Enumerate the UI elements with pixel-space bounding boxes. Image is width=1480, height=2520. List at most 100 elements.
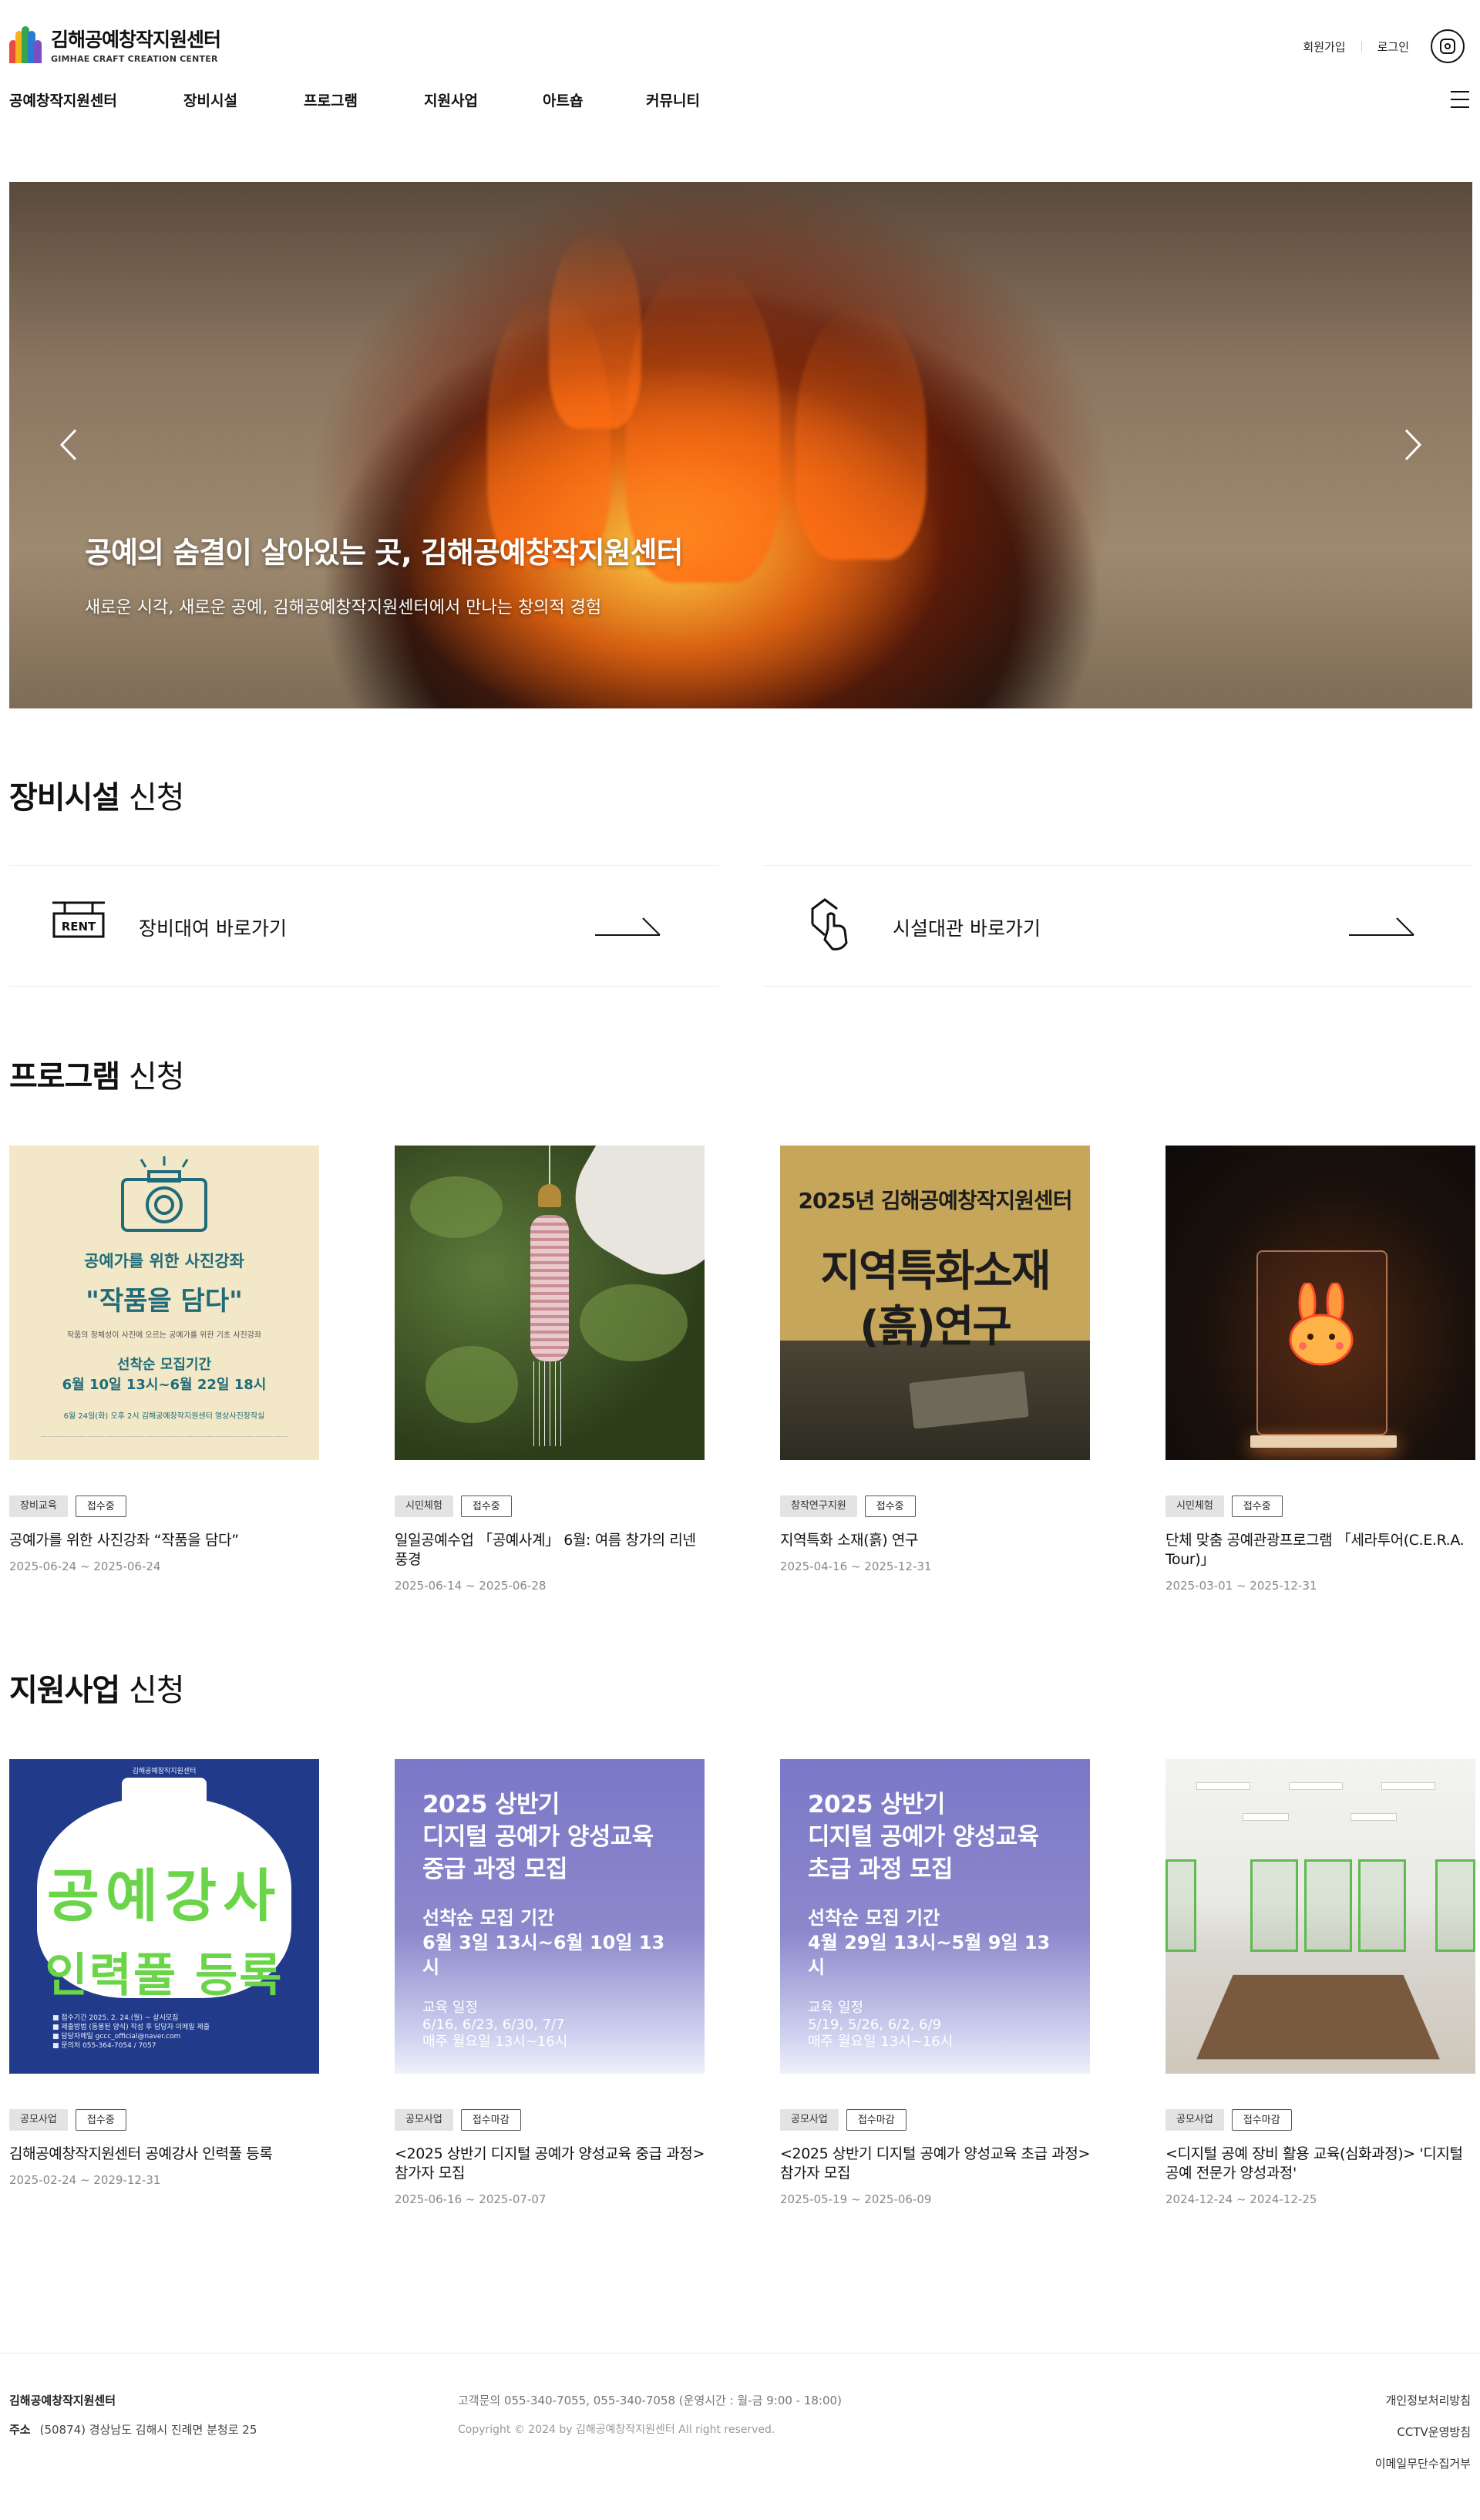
slider-prev-button[interactable] xyxy=(54,426,85,464)
brick-image xyxy=(909,1371,1029,1429)
card-title: 일일공예수업 「공예사계」 6월: 여름 창가의 리넨 풍경 xyxy=(395,1532,696,1568)
program-thumbnail: 2025년 김해공예창작지원센터 지역특화소재 (흙)연구 xyxy=(780,1146,1090,1460)
thumb-text: 교육 일정 5/19, 5/26, 6/2, 6/9 매주 월요일 13시~16… xyxy=(808,2000,954,2050)
support-card[interactable]: 공모사업 접수마감 <디지털 공예 장비 활용 교육(심화과정)> '디지털 공예… xyxy=(1166,1759,1475,2206)
program-card[interactable]: 2025년 김해공예창작지원센터 지역특화소재 (흙)연구 창작연구지원 접수중 … xyxy=(780,1146,1090,1573)
status-badge: 접수중 xyxy=(75,1496,126,1517)
card-date: 2025-04-16 ~ 2025-12-31 xyxy=(780,1559,932,1573)
facility-rental-link[interactable]: 시설대관 바로가기 xyxy=(763,865,1472,987)
status-badge: 접수중 xyxy=(460,1496,512,1517)
chevron-left-icon xyxy=(59,429,77,461)
thumb-text: 2025 상반기 디지털 공예가 양성교육 중급 과정 모집 xyxy=(422,1791,654,1883)
nav-item-community[interactable]: 커뮤니티 xyxy=(646,89,738,110)
card-title: <디지털 공예 장비 활용 교육(심화과정)> '디지털 공예 전문가 양성과정… xyxy=(1166,2145,1463,2182)
thumb-text: 2025년 김해공예창작지원센터 xyxy=(798,1188,1072,1213)
flame-decoration xyxy=(796,305,927,560)
thumb-text: 공예강사 xyxy=(46,1863,282,1930)
program-card[interactable]: 시민체험 접수중 일일공예수업 「공예사계」 6월: 여름 창가의 리넨 풍경 2… xyxy=(395,1146,705,1593)
logo-mark-icon xyxy=(9,25,43,63)
site-logo[interactable]: 김해공예창작지원센터 GIMHAE CRAFT CREATION CENTER xyxy=(9,25,221,64)
status-badge: 접수중 xyxy=(864,1496,916,1517)
cctv-policy-link[interactable]: CCTV운영방침 xyxy=(1375,2424,1471,2440)
equipment-rent-link[interactable]: RENT 장비대여 바로가기 xyxy=(9,865,718,987)
rent-sign-icon: RENT xyxy=(52,901,105,938)
footer-address: 주소 (50874) 경상남도 김해시 진례면 분청로 25 xyxy=(9,2423,257,2437)
support-thumbnail: 2025 상반기 디지털 공예가 양성교육 초급 과정 모집 선착순 모집 기간… xyxy=(780,1759,1090,2074)
slider-next-button[interactable] xyxy=(1397,426,1428,464)
support-thumbnail: 2025 상반기 디지털 공예가 양성교육 중급 과정 모집 선착순 모집 기간… xyxy=(395,1759,705,2074)
hero-title: 공예의 숨결이 살아있는 곳, 김해공예창작지원센터 xyxy=(85,536,684,570)
category-badge: 창작연구지원 xyxy=(780,1496,857,1517)
email-refusal-link[interactable]: 이메일무단수집거부 xyxy=(1375,2455,1471,2471)
card-title: <2025 상반기 디지털 공예가 양성교육 중급 과정> 참가자 모집 xyxy=(395,2145,705,2182)
thumb-text: 김해공예창작지원센터 xyxy=(132,1768,197,1775)
instagram-icon[interactable] xyxy=(1431,29,1465,63)
section-title-facility: 장비시설 신청 xyxy=(9,780,185,816)
footer-org-name: 김해공예창작지원센터 xyxy=(9,2394,116,2407)
arrow-right-icon xyxy=(1349,917,1414,936)
privacy-policy-link[interactable]: 개인정보처리방침 xyxy=(1375,2392,1471,2408)
support-thumbnail: 김해공예창작지원센터 공예강사 인력풀 등록 ■ 접수기간 2025. 2. 2… xyxy=(9,1759,319,2074)
nav-item-support[interactable]: 지원사업 xyxy=(424,89,543,110)
main-nav: 공예창작지원센터 장비시설 프로그램 지원사업 아트숍 커뮤니티 xyxy=(9,89,738,110)
utility-menu: 회원가입 로그인 xyxy=(1287,29,1465,63)
logo-subtitle: GIMHAE CRAFT CREATION CENTER xyxy=(51,54,218,64)
footer-links: 개인정보처리방침 CCTV운영방침 이메일무단수집거부 xyxy=(1375,2392,1471,2487)
nav-item-program[interactable]: 프로그램 xyxy=(304,89,424,110)
nav-item-equipment[interactable]: 장비시설 xyxy=(183,89,304,110)
status-badge: 접수중 xyxy=(75,2109,126,2131)
login-link[interactable]: 로그인 xyxy=(1362,39,1424,55)
support-thumbnail xyxy=(1166,1759,1475,2074)
program-card[interactable]: 공예가를 위한 사진강좌 "작품을 담다" 작품의 정체성이 사진에 오르는 공… xyxy=(9,1146,319,1573)
nav-item-center[interactable]: 공예창작지원센터 xyxy=(9,89,183,110)
card-title: 지역특화 소재(흙) 연구 xyxy=(780,1532,919,1549)
footer-contact: 고객문의 055-340-7055, 055-340-7058 (운영시간 : … xyxy=(458,2394,842,2407)
tassel-image xyxy=(530,1215,569,1361)
support-card[interactable]: 2025 상반기 디지털 공예가 양성교육 초급 과정 모집 선착순 모집 기간… xyxy=(780,1759,1090,2206)
status-badge: 접수마감 xyxy=(846,2109,906,2131)
category-badge: 시민체험 xyxy=(395,1496,453,1517)
thumb-text: ■ 접수기간 2025. 2. 24.(월) ~ 상시모집 ■ 제출방법 (동봉… xyxy=(52,2014,210,2050)
card-date: 2025-06-14 ~ 2025-06-28 xyxy=(395,1579,547,1593)
hamburger-menu-icon[interactable] xyxy=(1451,91,1469,108)
category-badge: 공모사업 xyxy=(395,2109,453,2131)
bell-image xyxy=(538,1184,561,1207)
category-badge: 시민체험 xyxy=(1166,1496,1224,1517)
category-badge: 공모사업 xyxy=(1166,2109,1224,2131)
program-thumbnail xyxy=(1166,1146,1475,1460)
thumb-text: 지역특화소재 xyxy=(820,1247,1051,1297)
thumb-text: 2025 상반기 디지털 공예가 양성교육 초급 과정 모집 xyxy=(808,1791,1039,1883)
hero-banner: 공예의 숨결이 살아있는 곳, 김해공예창작지원센터 새로운 시각, 새로운 공… xyxy=(9,182,1472,708)
program-thumbnail xyxy=(395,1146,705,1460)
signup-link[interactable]: 회원가입 xyxy=(1287,39,1361,55)
category-badge: 공모사업 xyxy=(780,2109,839,2131)
table-image xyxy=(1196,1974,1440,2060)
section-title-program: 프로그램 신청 xyxy=(9,1059,185,1095)
thumb-text: 선착순 모집 기간 6월 3일 13시~6월 10일 13시 xyxy=(422,1907,665,1978)
thumb-text: "작품을 담다" xyxy=(86,1286,243,1317)
svg-text:RENT: RENT xyxy=(62,920,96,934)
thumb-text: 작품의 정체성이 사진에 오르는 공예가를 위한 기초 사진강좌 xyxy=(66,1331,262,1340)
site-header: 김해공예창작지원센터 GIMHAE CRAFT CREATION CENTER … xyxy=(0,0,1480,136)
card-date: 2025-06-24 ~ 2025-06-24 xyxy=(9,1559,161,1573)
card-date: 2025-05-19 ~ 2025-06-09 xyxy=(780,2192,932,2206)
flame-decoration xyxy=(549,228,641,429)
program-card[interactable]: 시민체험 접수중 단체 맞춤 공예관광프로그램 「세라투어(C.E.R.A. To… xyxy=(1166,1146,1475,1593)
status-badge: 접수마감 xyxy=(1231,2109,1292,2131)
support-card[interactable]: 김해공예창작지원센터 공예강사 인력풀 등록 ■ 접수기간 2025. 2. 2… xyxy=(9,1759,319,2187)
hero-subtitle: 새로운 시각, 새로운 공예, 김해공예창작지원센터에서 만나는 창의적 경험 xyxy=(85,598,602,617)
facility-rental-label: 시설대관 바로가기 xyxy=(893,917,1041,940)
site-footer: 김해공예창작지원센터 주소 (50874) 경상남도 김해시 진례면 분청로 25… xyxy=(0,2353,1480,2520)
category-badge: 장비교육 xyxy=(9,1496,68,1517)
support-card[interactable]: 2025 상반기 디지털 공예가 양성교육 중급 과정 모집 선착순 모집 기간… xyxy=(395,1759,705,2206)
card-date: 2024-12-24 ~ 2024-12-25 xyxy=(1166,2192,1317,2206)
thumb-text: 교육 일정 6/16, 6/23, 6/30, 7/7 매주 월요일 13시~1… xyxy=(422,2000,568,2050)
thumb-text: 인력풀 등록 xyxy=(45,1949,284,2003)
status-badge: 접수마감 xyxy=(460,2109,521,2131)
thumb-text: 선착순 모집기간 6월 10일 13시~6월 22일 18시 xyxy=(62,1357,267,1393)
building-hand-icon xyxy=(811,898,848,950)
bunny-icon xyxy=(1289,1283,1354,1366)
nav-item-artshop[interactable]: 아트숍 xyxy=(543,89,646,110)
footer-copyright: Copyright © 2024 by 김해공예창작지원센터 All right… xyxy=(458,2424,775,2436)
program-thumbnail: 공예가를 위한 사진강좌 "작품을 담다" 작품의 정체성이 사진에 오르는 공… xyxy=(9,1146,319,1460)
